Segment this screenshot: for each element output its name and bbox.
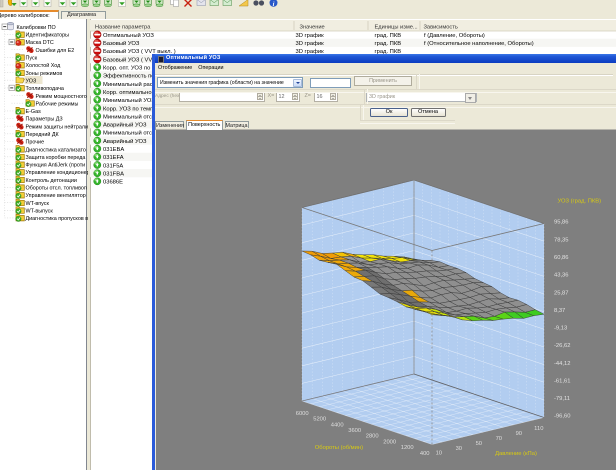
svg-text:град. ПКВ: град. ПКВ: [375, 32, 402, 38]
svg-text:Обороты (об/мин): Обороты (об/мин): [315, 445, 363, 451]
svg-text:Топливоподача: Топливоподача: [26, 86, 64, 92]
svg-text:031EBA: 031EBA: [103, 147, 124, 153]
svg-text:Минимальный УОЗ: Минимальный УОЗ: [103, 97, 155, 104]
svg-text:10: 10: [436, 451, 442, 457]
svg-text:Давление (кПа): Давление (кПа): [495, 451, 537, 457]
svg-text:3600: 3600: [348, 428, 361, 434]
svg-text:4400: 4400: [331, 422, 344, 428]
svg-text:30: 30: [456, 446, 462, 452]
svg-text:70: 70: [496, 436, 502, 442]
svg-text:400: 400: [420, 451, 430, 457]
svg-text:Режим защиты нейтрализ: Режим защиты нейтрализ: [26, 123, 89, 130]
svg-text:031F5A: 031F5A: [103, 163, 123, 169]
svg-text:УОЗ (град. ПКВ): УОЗ (град. ПКВ): [558, 199, 602, 205]
svg-text:Рабочие режимы: Рабочие режимы: [36, 101, 79, 107]
svg-text:110: 110: [534, 426, 543, 432]
svg-text:Аварийный УОЗ: Аварийный УОЗ: [103, 121, 147, 128]
svg-text:Ошибки для Е2: Ошибки для Е2: [36, 47, 75, 53]
svg-text:Аварийный УОЗ: Аварийный УОЗ: [103, 137, 147, 144]
svg-text:Зависимость: Зависимость: [424, 24, 458, 30]
svg-text:1200: 1200: [401, 445, 414, 451]
svg-text:i: i: [273, 1, 275, 8]
svg-text:Защита коробки переда: Защита коробки переда: [26, 154, 86, 160]
svg-text:Единицы изме...: Единицы изме...: [375, 24, 419, 30]
svg-text:-26,62: -26,62: [554, 343, 570, 349]
svg-text:Калибровки ПО: Калибровки ПО: [17, 24, 56, 30]
svg-text:Контроль детонации: Контроль детонации: [26, 177, 77, 183]
svg-text:Значение: Значение: [300, 24, 325, 30]
svg-text:Обороты отсл. топливоп: Обороты отсл. топливоп: [26, 185, 87, 191]
svg-text:Режим мощностного с: Режим мощностного с: [36, 93, 89, 99]
svg-text:Прочие: Прочие: [26, 139, 45, 145]
svg-text:Зоны режимов: Зоны режимов: [26, 70, 63, 76]
svg-text:-61,61: -61,61: [554, 379, 570, 385]
svg-text:Диагностика пропусков в: Диагностика пропусков в: [26, 216, 89, 222]
svg-text:50: 50: [476, 441, 482, 447]
svg-text:-79,11: -79,11: [554, 396, 570, 402]
svg-text:2000: 2000: [383, 439, 396, 445]
svg-text:УОЗ: УОЗ: [26, 78, 37, 84]
svg-text:Пуск: Пуск: [26, 55, 38, 61]
svg-text:60,86: 60,86: [554, 255, 569, 261]
svg-text:-96,60: -96,60: [554, 414, 570, 420]
svg-text:f (Относительное наполнение, О: f (Относительное наполнение, Обороты): [424, 41, 534, 47]
svg-text:031FBA: 031FBA: [103, 171, 124, 177]
svg-text:Название параметра: Название параметра: [95, 24, 151, 30]
svg-text:Функция AntiJerk (проти: Функция AntiJerk (проти: [26, 162, 86, 168]
svg-text:f (Давление, Обороты): f (Давление, Обороты): [424, 32, 485, 38]
svg-text:-44,12: -44,12: [554, 361, 570, 367]
svg-text:5200: 5200: [313, 417, 326, 423]
svg-text:78,35: 78,35: [554, 237, 569, 243]
svg-text:Идентификаторы: Идентификаторы: [26, 32, 70, 38]
svg-text:25,87: 25,87: [554, 290, 569, 296]
svg-text:8,37: 8,37: [554, 308, 565, 314]
svg-text:Передний ДК: Передний ДК: [26, 131, 60, 138]
svg-text:6000: 6000: [296, 411, 309, 417]
svg-text:43,36: 43,36: [554, 273, 569, 279]
svg-text:Оптимальный УОЗ: Оптимальный УОЗ: [103, 31, 154, 38]
svg-text:Управление вентилятор: Управление вентилятор: [26, 193, 86, 199]
svg-text:Холостой Ход: Холостой Ход: [26, 62, 62, 69]
svg-text:Управление кондиционер: Управление кондиционер: [26, 170, 89, 176]
svg-text:95,86: 95,86: [554, 220, 569, 226]
svg-text:Диагностика катализато: Диагностика катализато: [26, 147, 86, 153]
svg-text:WT-выпуск: WT-выпуск: [26, 208, 54, 214]
svg-text:WT-впуск: WT-впуск: [26, 200, 50, 206]
svg-text:град. ПКВ: град. ПКВ: [375, 41, 402, 47]
svg-text:E-Gas: E-Gas: [26, 109, 42, 115]
svg-text:3D график: 3D график: [296, 41, 325, 47]
svg-text:90: 90: [516, 431, 522, 437]
svg-text:Базовый УОЗ: Базовый УОЗ: [103, 40, 140, 47]
svg-text:2800: 2800: [366, 434, 379, 440]
svg-text:031EFA: 031EFA: [103, 155, 124, 161]
svg-text:-9,13: -9,13: [554, 326, 567, 332]
svg-text:3D график: 3D график: [296, 32, 325, 38]
svg-text:03686E: 03686E: [103, 179, 123, 185]
svg-text:Маска DTC: Маска DTC: [26, 40, 54, 46]
svg-text:Параметры ДЗ: Параметры ДЗ: [26, 116, 63, 122]
